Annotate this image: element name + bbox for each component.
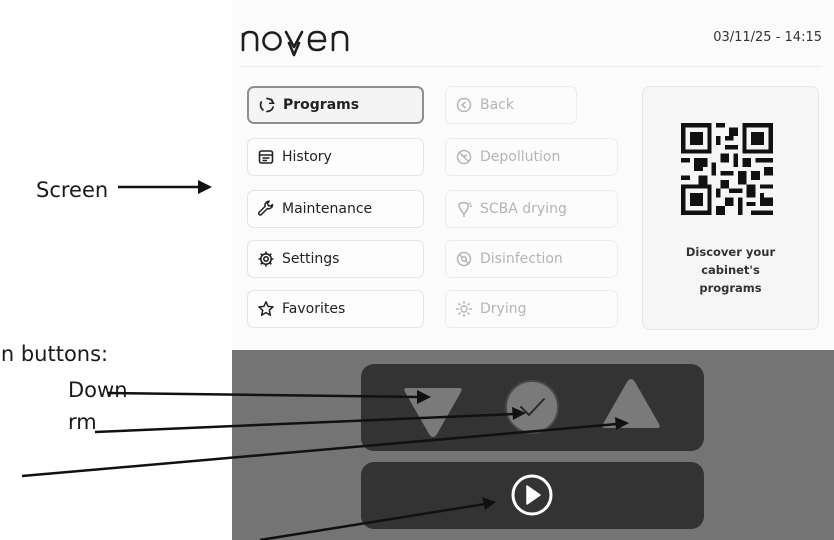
depollution-icon bbox=[456, 149, 472, 165]
program-disinfection-button[interactable]: Disinfection bbox=[445, 240, 618, 278]
menu-item-programs[interactable]: Programs bbox=[247, 86, 424, 124]
menu-item-label: Programs bbox=[283, 97, 360, 113]
program-drying-button[interactable]: Drying bbox=[445, 290, 618, 328]
menu-item-label: Maintenance bbox=[282, 201, 373, 217]
triangle-down-icon[interactable] bbox=[401, 382, 465, 440]
menu-item-settings[interactable]: Settings bbox=[247, 240, 424, 278]
menu-item-label: History bbox=[282, 149, 332, 165]
disinfection-icon bbox=[456, 251, 472, 267]
qr-caption: Discover your cabinet's programs bbox=[685, 245, 776, 295]
program-label: SCBA drying bbox=[480, 201, 567, 217]
wrench-icon bbox=[258, 200, 274, 216]
annotation-down-label: Down bbox=[68, 378, 128, 402]
star-icon bbox=[258, 301, 274, 316]
annotation-screen-label: Screen bbox=[36, 178, 109, 202]
program-label: Drying bbox=[480, 301, 527, 317]
datetime-display: 03/11/25 - 14:15 bbox=[713, 30, 822, 45]
triangle-up-icon[interactable] bbox=[599, 376, 663, 434]
menu-item-label: Settings bbox=[282, 251, 340, 267]
back-icon bbox=[456, 97, 472, 113]
menu-item-favorites[interactable]: Favorites bbox=[247, 290, 424, 328]
programs-icon bbox=[259, 97, 275, 113]
noyen-logo: noyen bbox=[241, 30, 349, 57]
scba-icon bbox=[458, 201, 472, 217]
menu-item-history[interactable]: History bbox=[247, 138, 424, 176]
program-label: Back bbox=[480, 97, 514, 113]
header-divider bbox=[240, 66, 822, 67]
program-depollution-button[interactable]: Depollution bbox=[445, 138, 618, 176]
navigation-pad bbox=[361, 364, 704, 451]
gear-icon bbox=[258, 251, 274, 267]
annotation-confirm-label: rm bbox=[68, 410, 97, 434]
menu-item-label: Favorites bbox=[282, 301, 346, 317]
qr-code-card[interactable]: Discover your cabinet's programs bbox=[642, 86, 819, 330]
qr-code-image bbox=[681, 123, 773, 215]
program-label: Disinfection bbox=[480, 251, 563, 267]
menu-item-maintenance[interactable]: Maintenance bbox=[247, 190, 424, 228]
program-label: Depollution bbox=[480, 149, 561, 165]
sun-icon bbox=[455, 300, 473, 318]
history-icon bbox=[258, 150, 274, 164]
program-scba-drying-button[interactable]: SCBA drying bbox=[445, 190, 618, 228]
control-panel bbox=[232, 350, 834, 540]
program-back-button[interactable]: Back bbox=[445, 86, 577, 124]
start-pad bbox=[361, 462, 704, 529]
check-circle-icon[interactable] bbox=[503, 378, 561, 436]
device-screen: noyen 03/11/25 - 14:15 Programs bbox=[232, 0, 834, 350]
play-circle-icon[interactable] bbox=[509, 472, 555, 518]
annotation-navigation-buttons-label: on buttons: bbox=[0, 342, 109, 366]
